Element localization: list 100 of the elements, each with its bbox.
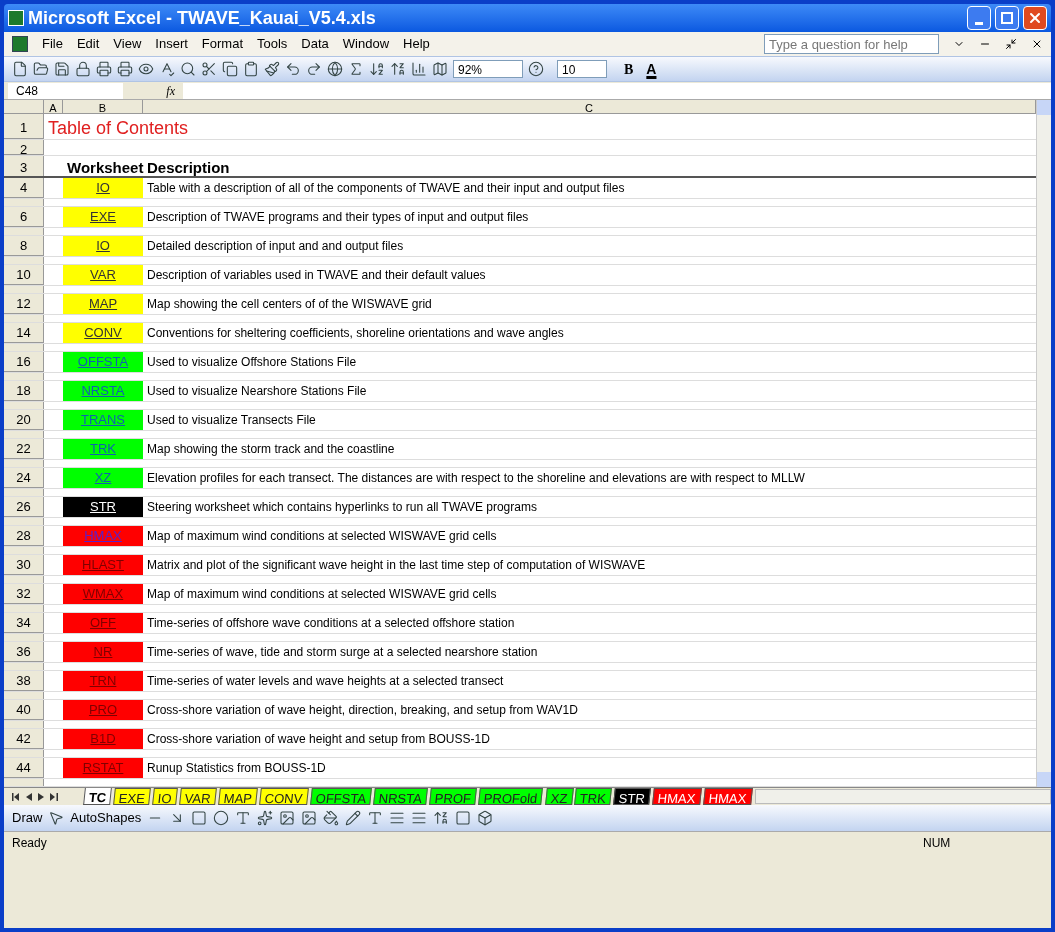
close-icon[interactable] xyxy=(1031,38,1043,50)
first-sheet-icon[interactable] xyxy=(12,792,20,801)
row-header[interactable]: 24 xyxy=(4,468,44,488)
undo-icon[interactable] xyxy=(285,61,301,77)
column-header[interactable]: A xyxy=(44,100,63,113)
worksheet-link[interactable]: TRK xyxy=(63,439,143,459)
worksheet-link[interactable]: IO xyxy=(63,178,143,198)
sheet-tab[interactable]: TRK xyxy=(574,788,613,805)
next-sheet-icon[interactable] xyxy=(38,792,44,801)
bold-button[interactable]: B xyxy=(620,58,638,80)
worksheet-link[interactable]: STR xyxy=(63,497,143,517)
print-preview-icon[interactable] xyxy=(138,61,154,77)
help-search-field[interactable]: Type a question for help xyxy=(764,34,939,54)
rectangle-icon[interactable] xyxy=(191,810,208,826)
close-button[interactable] xyxy=(1023,6,1047,30)
print-icon[interactable] xyxy=(117,61,133,77)
sheet-tab[interactable]: HMAX xyxy=(652,788,702,805)
row-header[interactable]: 10 xyxy=(4,265,44,285)
row-header[interactable]: 28 xyxy=(4,526,44,546)
worksheet-link[interactable]: TRANS xyxy=(63,410,143,430)
sheet-tab[interactable]: TC xyxy=(83,788,113,805)
row-header[interactable]: 2 xyxy=(4,140,44,155)
vertical-scrollbar[interactable] xyxy=(1036,100,1051,787)
worksheet-link[interactable]: VAR xyxy=(63,265,143,285)
worksheet-link[interactable]: NRSTA xyxy=(63,381,143,401)
sheet-tab[interactable]: HMAX xyxy=(702,788,753,805)
picture-icon[interactable] xyxy=(301,810,318,826)
formula-field[interactable] xyxy=(183,82,1051,99)
new-icon[interactable] xyxy=(12,61,28,77)
font-size-field[interactable]: 10 xyxy=(557,60,607,78)
permission-icon[interactable] xyxy=(75,61,91,77)
line-color-icon[interactable] xyxy=(345,810,362,826)
sheet-tab[interactable]: NRSTA xyxy=(373,788,428,805)
format-painter-icon[interactable] xyxy=(264,61,280,77)
menu-item[interactable]: Format xyxy=(201,34,243,54)
sort-ascending-icon[interactable] xyxy=(369,61,385,77)
row-header[interactable]: 20 xyxy=(4,410,44,430)
name-box[interactable]: C48 xyxy=(8,82,123,99)
minimize-button[interactable] xyxy=(967,6,991,30)
menu-item[interactable]: View xyxy=(113,34,142,54)
row-header[interactable]: 8 xyxy=(4,236,44,256)
worksheet-link[interactable]: XZ xyxy=(63,468,143,488)
worksheet-link[interactable]: OFFSTA xyxy=(63,352,143,372)
row-header[interactable]: 30 xyxy=(4,555,44,575)
row-header[interactable]: 1 xyxy=(4,114,44,139)
sheet-tab[interactable]: XZ xyxy=(544,788,574,805)
row-header[interactable]: 22 xyxy=(4,439,44,459)
zoom-field[interactable]: 92% xyxy=(453,60,523,78)
row-header[interactable]: 44 xyxy=(4,758,44,778)
worksheet-link[interactable]: MAP xyxy=(63,294,143,314)
sheet-tab[interactable]: MAP xyxy=(217,788,258,805)
sheet-tab[interactable]: IO xyxy=(152,788,178,805)
hyperlink-icon[interactable] xyxy=(327,61,343,77)
help-icon[interactable] xyxy=(528,61,544,77)
chart-icon[interactable] xyxy=(411,61,427,77)
previous-sheet-icon[interactable] xyxy=(26,792,32,801)
row-header[interactable]: 14 xyxy=(4,323,44,343)
sheet-tab[interactable]: STR xyxy=(613,788,652,805)
spelling-icon[interactable] xyxy=(159,61,175,77)
select-objects-icon[interactable] xyxy=(48,810,65,826)
menu-item[interactable]: Data xyxy=(301,34,329,54)
row-header[interactable]: 26 xyxy=(4,497,44,517)
sheet-tab[interactable]: CONV xyxy=(259,788,309,805)
sort-descending-icon[interactable] xyxy=(390,61,406,77)
map-icon[interactable] xyxy=(432,61,448,77)
menu-item[interactable]: Window xyxy=(342,34,390,54)
sheet-tab[interactable]: EXE xyxy=(113,788,152,805)
cut-icon[interactable] xyxy=(201,61,217,77)
worksheet-link[interactable]: CONV xyxy=(63,323,143,343)
row-header[interactable]: 3 xyxy=(4,156,44,176)
sheet-tab[interactable]: VAR xyxy=(179,788,217,805)
row-header[interactable]: 38 xyxy=(4,671,44,691)
sheet-tab[interactable]: PROFold xyxy=(478,788,544,805)
restore-icon[interactable] xyxy=(1005,38,1017,50)
worksheet-link[interactable]: EXE xyxy=(63,207,143,227)
row-header[interactable]: 32 xyxy=(4,584,44,604)
paste-icon[interactable] xyxy=(243,61,259,77)
row-header[interactable]: 34 xyxy=(4,613,44,633)
sum-icon[interactable] xyxy=(348,61,364,77)
row-header[interactable]: 42 xyxy=(4,729,44,749)
3d-icon[interactable] xyxy=(477,810,494,826)
row-header[interactable]: 36 xyxy=(4,642,44,662)
horizontal-scrollbar[interactable] xyxy=(755,789,1051,804)
redo-icon[interactable] xyxy=(306,61,322,77)
open-icon[interactable] xyxy=(33,61,49,77)
row-header[interactable]: 12 xyxy=(4,294,44,314)
sheet-tab[interactable]: PROF xyxy=(429,788,478,805)
fill-color-icon[interactable] xyxy=(323,810,340,826)
last-sheet-icon[interactable] xyxy=(50,792,58,801)
row-header[interactable]: 6 xyxy=(4,207,44,227)
row-header[interactable]: 40 xyxy=(4,700,44,720)
sheet-tab[interactable]: OFFSTA xyxy=(309,788,372,805)
row-header[interactable]: 16 xyxy=(4,352,44,372)
menu-item[interactable]: File xyxy=(42,34,63,54)
autoshapes-menu[interactable]: AutoShapes xyxy=(70,808,142,828)
font-color-button[interactable]: A xyxy=(642,58,661,80)
line-style-icon[interactable] xyxy=(389,810,406,826)
row-header[interactable]: 18 xyxy=(4,381,44,401)
print-icon[interactable] xyxy=(96,61,112,77)
copy-icon[interactable] xyxy=(222,61,238,77)
